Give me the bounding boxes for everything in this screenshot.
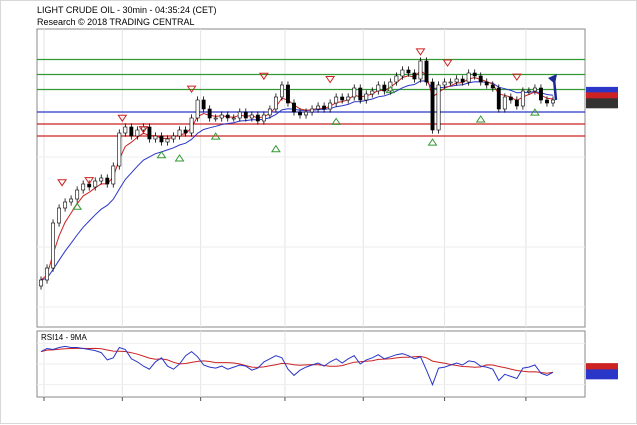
price-badge	[586, 98, 618, 109]
candle-body	[99, 177, 104, 182]
candle-body	[51, 222, 55, 269]
candle-body	[111, 165, 116, 185]
candle-body	[63, 201, 68, 209]
candle-body	[472, 72, 477, 77]
candle-body	[153, 135, 158, 140]
candle-body	[328, 102, 333, 110]
candle-body	[213, 117, 218, 120]
candle-body	[406, 69, 411, 74]
candle-body	[418, 60, 423, 80]
candle-body	[526, 90, 531, 93]
candle-body	[135, 129, 140, 137]
price-panel	[36, 28, 586, 328]
candle-body	[424, 60, 429, 83]
chart-subtitle: Research © 2018 TRADING CENTRAL	[37, 17, 195, 27]
candle-body	[442, 81, 447, 86]
candle-body	[165, 138, 170, 143]
candle-body	[346, 96, 351, 101]
candle-body	[219, 114, 224, 119]
candle-body	[310, 108, 314, 113]
candle-body	[45, 267, 49, 281]
candle-body	[539, 87, 543, 101]
candle-body	[496, 87, 501, 110]
candle-body	[39, 279, 43, 287]
candle-body	[123, 126, 128, 134]
candle-body	[502, 96, 507, 110]
candle-body	[280, 84, 284, 98]
candle-body	[514, 99, 519, 107]
candle-body	[545, 99, 549, 104]
candle-body	[322, 105, 327, 110]
candle-body	[81, 183, 86, 191]
chart-frame: LIGHT CRUDE OIL - 30min - 04:35:24 (CET)…	[0, 0, 637, 424]
candle-body	[201, 99, 206, 110]
candle-body	[334, 96, 339, 104]
candle-body	[177, 129, 182, 137]
rsi-title: RSI14 - 9MA	[41, 333, 87, 342]
candle-body	[273, 96, 278, 110]
axes	[43, 397, 527, 401]
candle-body	[225, 114, 230, 119]
candle-body	[430, 81, 435, 131]
candle-body	[520, 90, 525, 107]
candle-body	[400, 69, 405, 77]
candle-body	[508, 96, 513, 101]
candle-body	[460, 78, 465, 83]
candle-body	[316, 105, 321, 110]
candle-body	[551, 99, 555, 104]
candle-body	[207, 108, 212, 119]
candle-body	[141, 126, 146, 131]
candle-body	[195, 99, 200, 119]
candle-body	[171, 135, 176, 140]
candle-body	[255, 114, 260, 122]
candle-body	[358, 87, 363, 101]
candle-body	[304, 111, 308, 116]
candle-body	[412, 72, 417, 80]
rsi-badge	[586, 369, 618, 380]
candle-body	[117, 132, 122, 167]
candle-body	[57, 207, 62, 224]
candle-body	[352, 87, 357, 98]
candle-body	[129, 126, 134, 137]
candle-body	[147, 126, 152, 140]
candle-body	[261, 114, 266, 122]
candle-body	[454, 78, 459, 83]
candle-body	[448, 81, 453, 84]
candle-body	[69, 198, 74, 203]
candle-body	[382, 84, 387, 92]
price-chart: LIGHT CRUDE OIL - 30min - 04:35:24 (CET)…	[36, 5, 618, 401]
candle-body	[75, 189, 80, 200]
candle-body	[532, 87, 537, 92]
candle-body	[298, 111, 302, 116]
candle-body	[93, 180, 98, 188]
candle-body	[376, 84, 381, 92]
candle-body	[237, 111, 242, 119]
candle-body	[292, 102, 296, 113]
candle-body	[394, 75, 399, 83]
candle-body	[466, 72, 471, 83]
candle-body	[286, 84, 290, 104]
candle-body	[243, 111, 248, 119]
candle-body	[436, 84, 441, 131]
price-badges	[586, 86, 618, 109]
candle-body	[490, 84, 495, 89]
chart-title: LIGHT CRUDE OIL - 30min - 04:35:24 (CET)	[37, 5, 217, 15]
candle-body	[189, 117, 194, 134]
candle-body	[478, 75, 483, 83]
candle-body	[370, 90, 375, 95]
candle-body	[183, 129, 188, 134]
candle-body	[484, 81, 489, 86]
candle-body	[364, 93, 369, 101]
candle-body	[231, 117, 236, 120]
candle-body	[267, 108, 272, 116]
candle-body	[105, 177, 110, 185]
candle-body	[159, 135, 164, 143]
candle-body	[249, 114, 254, 119]
candle-body	[340, 96, 345, 101]
